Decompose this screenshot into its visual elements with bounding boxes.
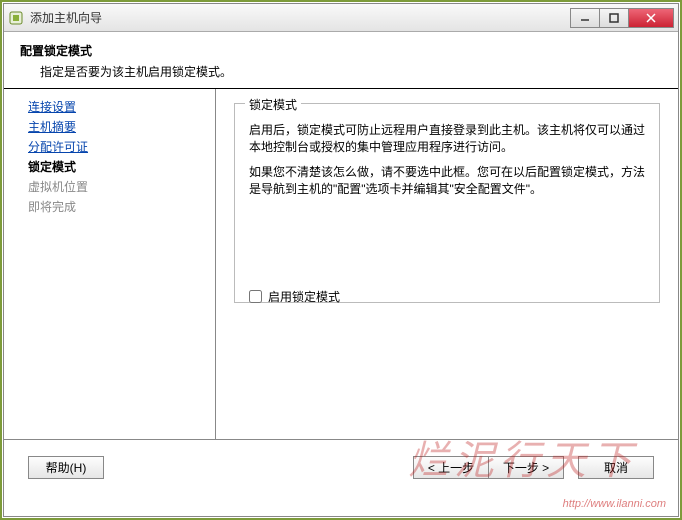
lockdown-description-1: 启用后，锁定模式可防止远程用户直接登录到此主机。该主机将仅可以通过本地控制台或授… (249, 122, 645, 156)
page-description: 指定是否要为该主机启用锁定模式。 (20, 63, 662, 80)
sidebar-item-connection[interactable]: 连接设置 (8, 97, 211, 117)
lockdown-description-2: 如果您不清楚该怎么做，请不要选中此框。您可在以后配置锁定模式，方法是导航到主机的… (249, 164, 645, 198)
sidebar-item-summary[interactable]: 主机摘要 (8, 117, 211, 137)
sidebar-item-license[interactable]: 分配许可证 (8, 137, 211, 157)
window-title: 添加主机向导 (30, 9, 571, 26)
minimize-button[interactable] (570, 8, 600, 28)
main-panel: 锁定模式 启用后，锁定模式可防止远程用户直接登录到此主机。该主机将仅可以通过本地… (216, 89, 678, 439)
watermark-url: http://www.ilanni.com (563, 498, 666, 510)
wizard-steps-sidebar: 连接设置 主机摘要 分配许可证 锁定模式 虚拟机位置 即将完成 (4, 89, 216, 439)
window-controls (571, 8, 674, 28)
app-icon (8, 10, 24, 26)
help-button[interactable]: 帮助(H) (28, 456, 104, 479)
sidebar-item-vm-location: 虚拟机位置 (8, 177, 211, 197)
enable-lockdown-checkbox[interactable] (249, 290, 262, 303)
page-title: 配置锁定模式 (20, 42, 662, 59)
back-button[interactable]: < 上一步 (413, 456, 489, 479)
next-button[interactable]: 下一步 > (488, 456, 564, 479)
lockdown-groupbox: 锁定模式 启用后，锁定模式可防止远程用户直接登录到此主机。该主机将仅可以通过本地… (234, 103, 660, 303)
sidebar-item-ready: 即将完成 (8, 197, 211, 217)
sidebar-item-lockdown: 锁定模式 (8, 157, 211, 177)
wizard-header: 配置锁定模式 指定是否要为该主机启用锁定模式。 (4, 32, 678, 89)
groupbox-title: 锁定模式 (245, 96, 301, 113)
cancel-button[interactable]: 取消 (578, 456, 654, 479)
maximize-button[interactable] (599, 8, 629, 28)
enable-lockdown-row[interactable]: 启用锁定模式 (249, 288, 645, 305)
button-bar: 帮助(H) < 上一步 下一步 > 取消 (4, 440, 678, 487)
close-button[interactable] (628, 8, 674, 28)
titlebar: 添加主机向导 (4, 4, 678, 32)
enable-lockdown-label: 启用锁定模式 (268, 288, 340, 305)
